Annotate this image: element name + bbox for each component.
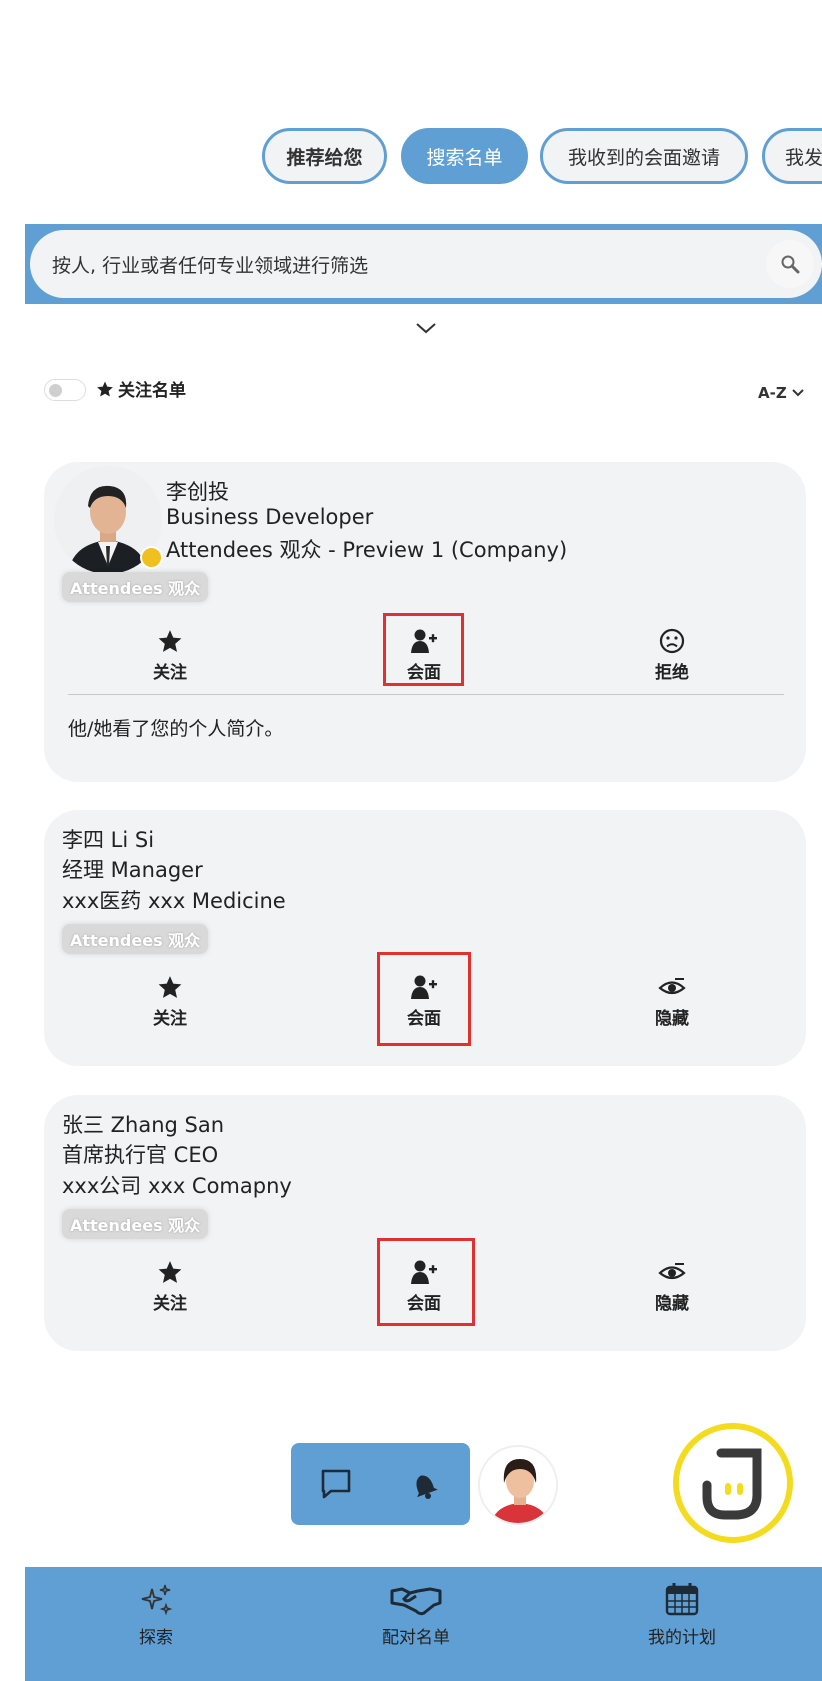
add-person-icon	[411, 629, 437, 653]
hide-label: 隐藏	[655, 1009, 689, 1029]
chevron-down-icon	[792, 389, 804, 397]
search-input[interactable]: 按人, 行业或者任何专业领域进行筛选	[30, 230, 822, 298]
nav-matches[interactable]: 配对名单	[346, 1581, 486, 1648]
attendee-company: Attendees 观众 - Preview 1 (Company)	[166, 538, 568, 562]
attendee-card: 李四 Li Si 经理 Manager xxx医药 xxx Medicine A…	[44, 810, 806, 1066]
attendee-name: 李创投	[166, 480, 229, 504]
hide-button[interactable]: 隐藏	[622, 974, 722, 1029]
chat-icon	[321, 1469, 351, 1499]
attendee-title: Business Developer	[166, 505, 374, 529]
follow-button[interactable]: 关注	[120, 974, 220, 1029]
attendee-type-badge: Attendees 观众	[62, 572, 209, 602]
sad-face-icon	[659, 628, 685, 654]
add-person-icon	[411, 975, 437, 999]
hide-label: 隐藏	[655, 1294, 689, 1314]
tab-bar: 推荐给您 搜索名单 我收到的会面邀请 我发	[0, 128, 822, 184]
messages-button[interactable]	[315, 1463, 357, 1505]
meet-label: 会面	[407, 663, 441, 683]
follow-label: 关注	[153, 663, 187, 683]
star-icon	[158, 630, 182, 652]
tab-sent-invitations[interactable]: 我发	[762, 128, 822, 184]
attendee-title: 经理 Manager	[62, 858, 203, 882]
profile-viewed-note: 他/她看了您的个人简介。	[68, 718, 284, 740]
follow-label: 关注	[153, 1009, 187, 1029]
sort-label: A-Z	[758, 384, 787, 402]
tab-recommended[interactable]: 推荐给您	[262, 128, 387, 184]
attendee-name: 李四 Li Si	[62, 828, 155, 852]
eye-icon	[658, 1263, 686, 1280]
meet-label: 会面	[407, 1009, 441, 1029]
sort-dropdown[interactable]: A-Z	[758, 384, 805, 402]
notifications-button[interactable]	[403, 1463, 445, 1505]
decline-label: 拒绝	[655, 663, 689, 683]
nav-matches-label: 配对名单	[382, 1628, 450, 1648]
star-icon	[97, 381, 113, 396]
status-indicator	[140, 546, 163, 569]
attendee-company: xxx公司 xxx Comapny	[62, 1174, 292, 1198]
search-placeholder: 按人, 行业或者任何专业领域进行筛选	[52, 254, 369, 277]
favorites-label: 关注名单	[118, 381, 186, 401]
favorites-filter: 关注名单	[96, 376, 186, 401]
star-icon	[158, 976, 182, 998]
nav-my-schedule-label: 我的计划	[648, 1628, 716, 1648]
tab-search-list[interactable]: 搜索名单	[401, 128, 528, 184]
tab-received-invitations[interactable]: 我收到的会面邀请	[540, 128, 748, 184]
meet-button[interactable]: 会面	[374, 1259, 474, 1314]
hide-button[interactable]: 隐藏	[622, 1259, 722, 1314]
meet-label: 会面	[407, 1294, 441, 1314]
assistant-logo-icon	[702, 1448, 762, 1520]
favorites-toggle[interactable]	[44, 379, 86, 401]
calendar-icon	[665, 1583, 699, 1616]
star-icon	[158, 1261, 182, 1283]
search-section: 按人, 行业或者任何专业领域进行筛选	[25, 224, 822, 304]
follow-button[interactable]: 关注	[120, 628, 220, 683]
attendee-type-badge: Attendees 观众	[62, 924, 209, 954]
meet-button[interactable]: 会面	[374, 974, 474, 1029]
nav-explore-label: 探索	[139, 1628, 173, 1648]
sparkle-icon	[141, 1584, 173, 1616]
card-divider	[68, 694, 784, 695]
assistant-button[interactable]	[673, 1423, 793, 1543]
nav-my-schedule[interactable]: 我的计划	[612, 1581, 752, 1648]
handshake-icon	[390, 1587, 442, 1616]
toggle-knob	[49, 384, 62, 397]
decline-button[interactable]: 拒绝	[622, 628, 722, 683]
expand-filters-chevron-icon[interactable]	[414, 318, 438, 338]
eye-icon	[658, 978, 686, 995]
follow-label: 关注	[153, 1294, 187, 1314]
attendee-company: xxx医药 xxx Medicine	[62, 889, 286, 913]
meet-button[interactable]: 会面	[374, 628, 474, 683]
follow-button[interactable]: 关注	[120, 1259, 220, 1314]
attendee-type-badge: Attendees 观众	[62, 1209, 209, 1239]
bell-icon	[416, 1475, 438, 1499]
user-avatar[interactable]	[478, 1445, 558, 1525]
user-photo	[480, 1447, 556, 1523]
search-button[interactable]	[766, 240, 814, 288]
attendee-name: 张三 Zhang San	[62, 1113, 225, 1137]
search-icon	[781, 255, 800, 274]
quick-actions-bar	[291, 1443, 470, 1525]
attendee-card: 李创投 Business Developer Attendees 观众 - Pr…	[44, 462, 806, 782]
attendee-card: 张三 Zhang San 首席执行官 CEO xxx公司 xxx Comapny…	[44, 1095, 806, 1351]
bottom-navigation: 探索 配对名单 我的计划	[25, 1567, 822, 1681]
nav-explore[interactable]: 探索	[86, 1581, 226, 1648]
attendee-title: 首席执行官 CEO	[62, 1143, 219, 1167]
add-person-icon	[411, 1260, 437, 1284]
